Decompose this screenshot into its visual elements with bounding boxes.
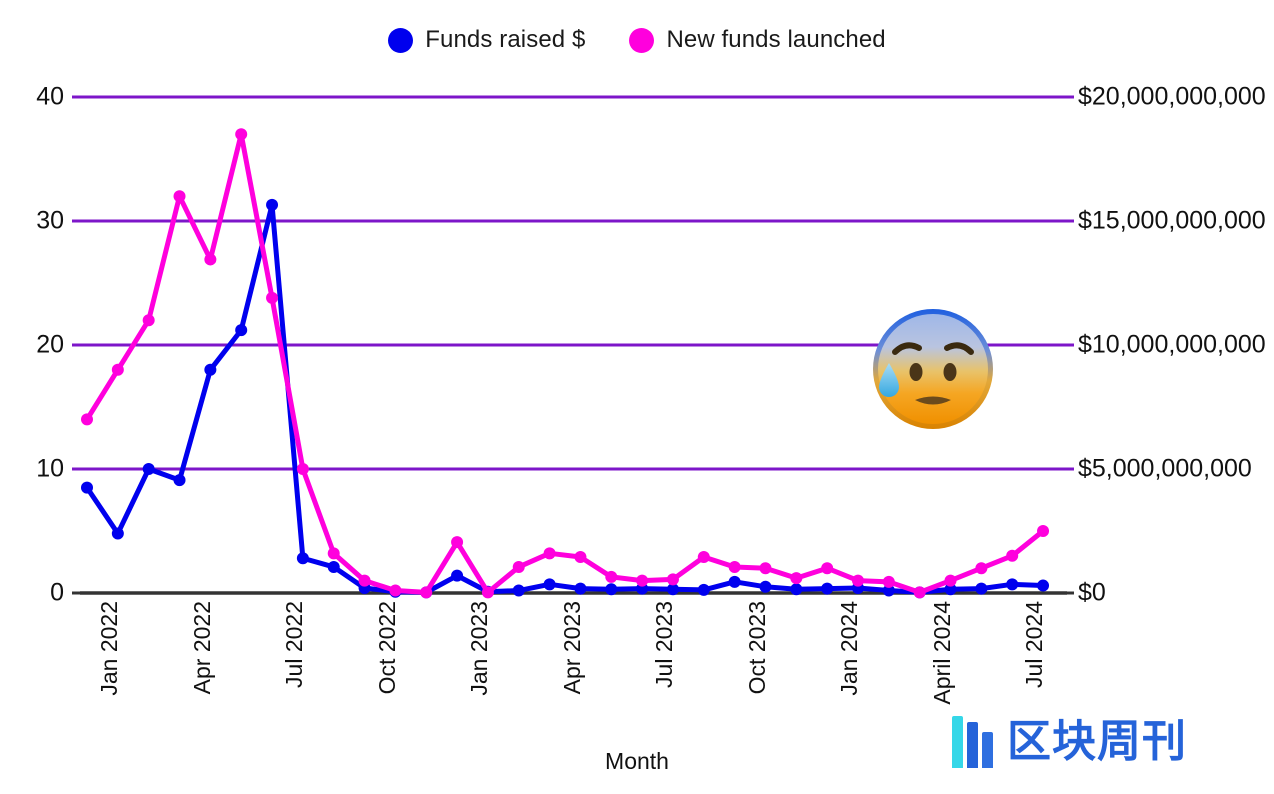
chart-page: Funds raised $ New funds launched 40 30 … [0,0,1274,794]
data-point[interactable] [882,575,895,588]
y-axis-right-tick: $0 [1078,578,1106,607]
legend-item-new-funds-launched[interactable]: New funds launched [629,26,886,54]
data-point[interactable] [327,560,340,573]
y-axis-left: 40 30 20 10 0 [0,83,87,607]
data-point[interactable] [204,363,217,376]
data-point[interactable] [1037,579,1050,592]
data-point[interactable] [1006,549,1019,562]
data-point[interactable] [605,570,618,583]
y-axis-left-tick: 0 [50,578,64,607]
y-axis-right-tick: $10,000,000,000 [1078,330,1266,359]
data-point[interactable] [759,580,772,593]
data-point[interactable] [666,573,679,586]
logo-bars-icon [952,716,993,768]
data-point[interactable] [266,198,279,211]
data-point[interactable] [327,547,340,560]
data-point[interactable] [81,481,93,494]
y-axis-left-tick: 20 [36,330,64,359]
x-axis: Jan 2022 Apr 2022 Jul 2022 Oct 2022 Jan 2023… [87,593,1060,743]
data-point[interactable] [543,547,556,560]
data-point[interactable] [821,562,834,575]
chart-legend: Funds raised $ New funds launched [0,26,1274,54]
legend-label: Funds raised $ [425,26,586,53]
data-point[interactable] [543,578,556,591]
data-point[interactable] [266,291,279,304]
data-point[interactable] [173,190,186,203]
y-axis-right-tick: $5,000,000,000 [1078,454,1252,483]
data-point[interactable] [975,562,988,575]
y-axis-left-tick: 10 [36,454,64,483]
watermark: 区块周刊 [952,716,1187,768]
series-funds-raised [81,198,1050,599]
series-line [84,202,1046,595]
series-layer [81,128,1050,599]
data-point[interactable] [296,552,309,565]
data-point[interactable] [759,562,772,575]
data-point[interactable] [1037,525,1050,537]
y-axis-left-tick: 40 [36,82,64,111]
data-point[interactable] [512,560,525,573]
data-point[interactable] [235,324,248,337]
legend-label: New funds launched [666,26,886,53]
x-axis-tick-label: Jan 2024 [836,601,863,696]
data-point[interactable] [204,253,217,266]
data-point[interactable] [851,574,864,587]
circle-marker-icon [388,27,414,53]
data-point[interactable] [142,463,155,475]
data-point[interactable] [111,527,124,540]
x-axis-tick-label: Oct 2022 [373,601,400,695]
y-axis-right: $20,000,000,000 $15,000,000,000 $10,000,… [1060,83,1274,607]
x-axis-tick-label: April 2024 [928,601,955,705]
data-point[interactable] [574,551,587,564]
data-point[interactable] [111,363,124,376]
x-axis-tick-label: Jul 2022 [281,601,308,688]
x-axis-tick-label: Apr 2022 [188,601,215,695]
data-point[interactable] [81,413,93,426]
circle-marker-icon [629,27,655,53]
y-axis-left-tick: 30 [36,206,64,235]
data-point[interactable] [697,551,710,564]
x-axis-tick-label: Jan 2022 [96,601,122,696]
data-point[interactable] [451,536,464,549]
data-point[interactable] [296,463,309,475]
x-axis-tick-label: Jan 2023 [466,601,493,696]
data-point[interactable] [636,574,649,587]
x-axis-tick-label: Jul 2024 [1021,601,1048,688]
data-point[interactable] [790,572,803,585]
y-axis-right-tick: $20,000,000,000 [1078,82,1266,111]
watermark-text: 区块周刊 [1007,716,1187,767]
chart-canvas [80,95,1067,599]
x-axis-tick-label: Apr 2023 [558,601,585,695]
series-new-funds-launched [81,128,1050,599]
data-point[interactable] [1006,578,1019,591]
x-axis-tick-label: Oct 2023 [743,601,770,695]
y-axis-right-tick: $15,000,000,000 [1078,206,1266,235]
plot-area [80,95,1067,599]
x-axis-tick-label: Jul 2023 [651,601,678,688]
data-point[interactable] [235,128,248,141]
data-point[interactable] [451,569,464,582]
data-point[interactable] [728,560,741,573]
data-point[interactable] [728,575,741,588]
legend-item-funds-raised[interactable]: Funds raised $ [388,26,585,54]
data-point[interactable] [358,574,371,587]
data-point[interactable] [944,574,957,587]
data-point[interactable] [142,314,155,327]
data-point[interactable] [173,474,186,487]
series-line [84,131,1046,595]
